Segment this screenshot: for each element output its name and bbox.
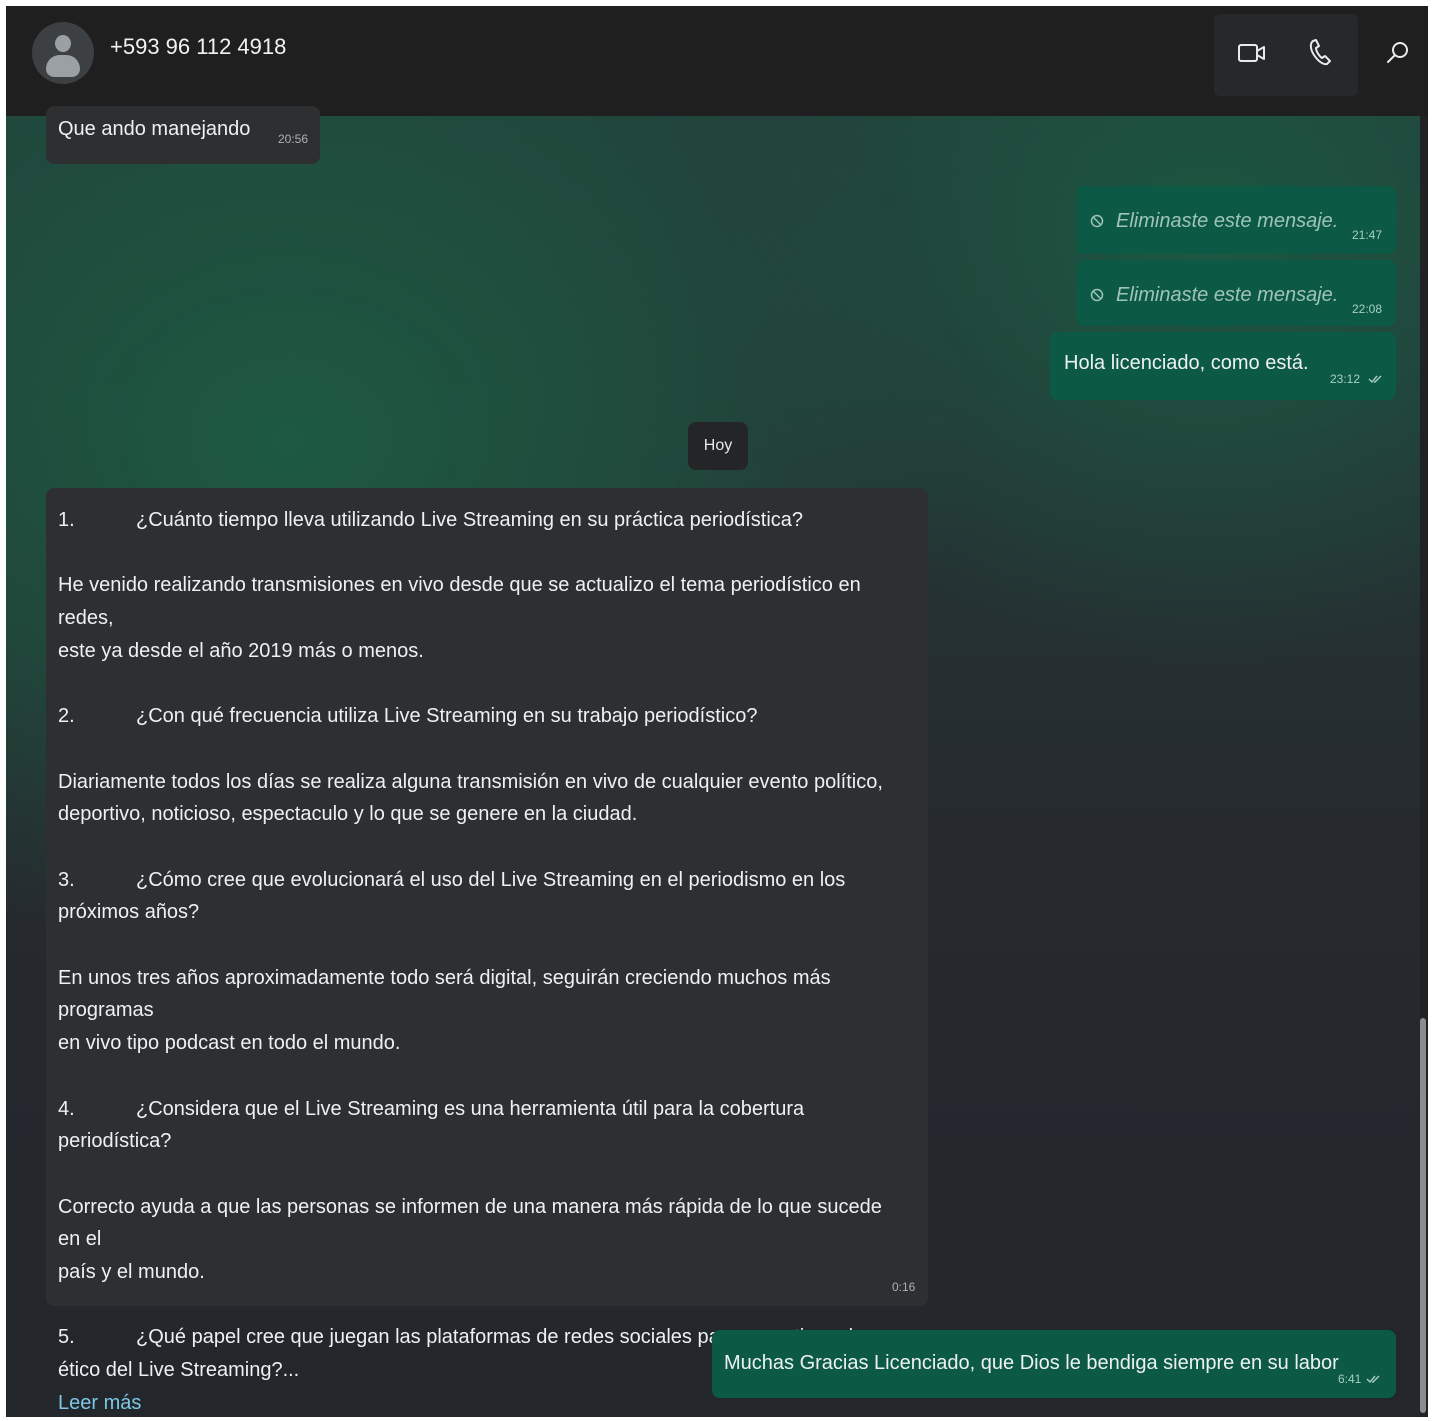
deleted-icon [1090,288,1104,302]
scrollbar-thumb[interactable] [1420,1018,1426,1413]
message-time: 20:56 [278,132,309,146]
answer-line: Correcto ayuda a que las personas se inf… [58,1195,882,1251]
answer-line: En unos tres años aproximadamente todo s… [58,966,831,1022]
date-divider: Hoy [688,422,748,470]
message-time: 21:47 [1352,228,1383,242]
message-text: Eliminaste este mensaje. [1116,284,1339,306]
incoming-message[interactable]: Que ando manejando 20:56 [46,106,320,164]
contact-name[interactable]: +593 96 112 4918 [110,34,286,60]
avatar[interactable] [32,22,94,84]
voice-call-icon [1309,39,1331,66]
incoming-message-long[interactable]: 1. ¿Cuánto tiempo lleva utilizando Live S… [46,488,928,1414]
avatar-body-shape [46,55,80,77]
answer-line: deportivo, noticioso, espectaculo y lo q… [58,803,638,826]
message-time: 0:16 [892,1280,916,1294]
answer-line: He venido realizando transmisiones en vi… [58,574,861,630]
search-icon [1387,42,1408,63]
chat-window: +593 96 112 4918 Que ando manejando 20:5… [6,6,1428,1417]
search-button[interactable] [1378,33,1418,73]
answer-line: en vivo tipo podcast en todo el mundo. [58,1032,401,1055]
message-text-block: 1. ¿Cuánto tiempo lleva utilizando Live S… [58,504,908,1417]
video-call-button[interactable] [1232,33,1272,73]
outgoing-message[interactable]: Hola licenciado, como está. 23:12 [1050,332,1396,400]
question-line: próximos años? [58,901,200,924]
message-list[interactable]: Que ando manejando 20:56 Eliminaste este… [6,106,1420,1417]
message-time: 23:12 [1330,372,1361,386]
question-line: 4. ¿Considera que el Live Streaming es un… [58,1097,805,1153]
question-line: 3. ¿Cómo cree que evolucionará el uso del… [58,868,846,891]
read-receipt-icon [1368,375,1382,384]
question-line: 2. ¿Con qué frecuencia utiliza Live Strea… [58,705,758,728]
question-line: 1. ¿Cuánto tiempo lleva utilizando Live S… [58,509,804,531]
read-receipt-icon [1366,1375,1380,1384]
message-text: Eliminaste este mensaje. [1116,210,1339,232]
avatar-head-shape [55,35,71,52]
outgoing-message-deleted[interactable]: Eliminaste este mensaje. 21:47 [1076,186,1396,254]
answer-line: Diariamente todos los días se realiza al… [58,770,883,793]
video-call-icon [1238,44,1265,62]
chat-header: +593 96 112 4918 [6,6,1428,118]
message-text: Que ando manejando [58,118,251,140]
voice-call-button[interactable] [1300,33,1340,73]
message-text: Hola licenciado, como está. [1064,352,1309,374]
answer-line: este ya desde el año 2019 más o menos. [58,639,424,662]
deleted-icon [1090,214,1104,228]
outgoing-message[interactable]: Muchas Gracias Licenciado, que Dios le b… [712,1330,1396,1398]
message-time: 22:08 [1352,302,1383,316]
answer-line: país y el mundo. [58,1261,205,1284]
message-time: 6:41 [1338,1372,1362,1386]
outgoing-message-deleted[interactable]: Eliminaste este mensaje. 22:08 [1076,260,1396,326]
message-text: Muchas Gracias Licenciado, que Dios le b… [724,1352,1339,1374]
